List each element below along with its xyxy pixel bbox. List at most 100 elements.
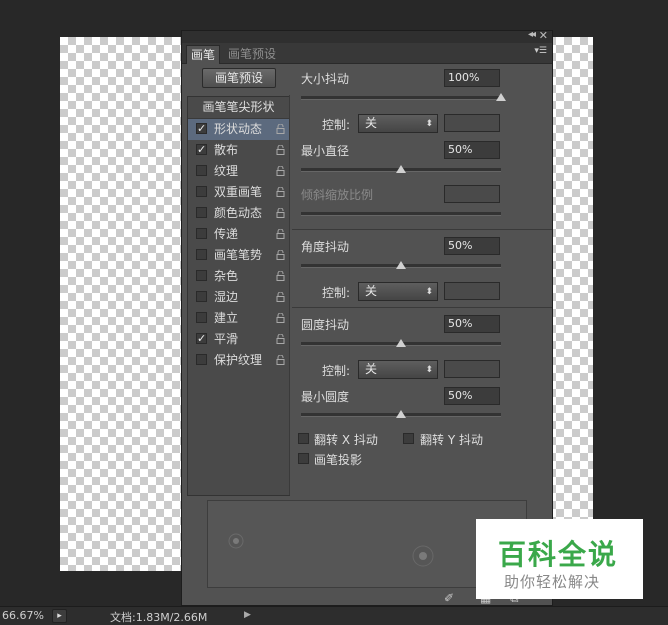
- checkbox[interactable]: [196, 228, 207, 239]
- checked-checkbox[interactable]: ✓: [196, 123, 207, 134]
- watermark-subtitle: 助你轻松解决: [504, 573, 601, 591]
- brush-setting-label: 双重画笔: [214, 185, 263, 199]
- brush-setting-label: 形状动态: [214, 122, 263, 136]
- select-value: 关: [365, 362, 378, 376]
- brush-setting-item[interactable]: 双重画笔: [188, 182, 289, 203]
- checkbox[interactable]: [196, 207, 207, 218]
- checkbox[interactable]: [196, 165, 207, 176]
- lock-icon[interactable]: [276, 334, 285, 344]
- slider-thumb[interactable]: [396, 339, 406, 347]
- brush-setting-label: 纹理: [214, 164, 239, 178]
- brush-setting-item[interactable]: 保护纹理: [188, 350, 289, 371]
- checkbox[interactable]: [196, 249, 207, 260]
- divider: [289, 95, 290, 495]
- lock-icon[interactable]: [276, 292, 285, 302]
- collapse-icon[interactable]: ◂◂: [528, 29, 536, 40]
- lock-icon[interactable]: [276, 166, 285, 176]
- roundness-jitter-label: 圆度抖动: [301, 318, 350, 332]
- watermark-title: 百科全说: [498, 538, 619, 571]
- brush-setting-item[interactable]: 画笔笔势: [188, 245, 289, 266]
- brush-projection-checkbox[interactable]: [298, 453, 309, 464]
- checkbox[interactable]: [196, 270, 207, 281]
- size-jitter-slider[interactable]: [301, 93, 506, 101]
- brush-presets-button[interactable]: 画笔预设: [202, 68, 276, 88]
- tilt-scale-slider: [301, 212, 501, 216]
- brush-setting-item[interactable]: 湿边: [188, 287, 289, 308]
- lock-icon[interactable]: [276, 229, 285, 239]
- select-value: 关: [365, 116, 378, 130]
- slider-thumb[interactable]: [396, 261, 406, 269]
- slider-thumb[interactable]: [396, 410, 406, 418]
- brush-setting-label: 平滑: [214, 332, 239, 346]
- roundness-control-select[interactable]: 关 ⬍: [358, 360, 438, 379]
- flip-x-checkbox[interactable]: [298, 433, 309, 444]
- control-label: 控制:: [322, 364, 351, 378]
- doc-info-button[interactable]: ▸: [52, 609, 67, 623]
- brush-setting-label: 传递: [214, 227, 239, 241]
- angle-control-select[interactable]: 关 ⬍: [358, 282, 438, 301]
- flip-y-checkbox[interactable]: [403, 433, 414, 444]
- brush-setting-item[interactable]: 纹理: [188, 161, 289, 182]
- brush-toggle-icon[interactable]: ✐: [444, 591, 454, 605]
- size-control-field: [444, 114, 500, 132]
- panel-menu-icon[interactable]: ▾☰: [534, 46, 547, 56]
- checked-checkbox[interactable]: ✓: [196, 333, 207, 344]
- lock-icon[interactable]: [276, 208, 285, 218]
- control-label: 控制:: [322, 286, 351, 300]
- size-control-select[interactable]: 关 ⬍: [358, 114, 438, 133]
- tilt-scale-field: [444, 185, 500, 203]
- control-label: 控制:: [322, 118, 351, 132]
- brush-setting-item[interactable]: ✓ 形状动态: [188, 119, 289, 140]
- checkbox[interactable]: [196, 354, 207, 365]
- tab-brush-presets[interactable]: 画笔预设: [224, 45, 280, 63]
- up-down-icon: ⬍: [425, 287, 433, 297]
- min-diameter-value[interactable]: 50%: [444, 141, 500, 159]
- roundness-jitter-value[interactable]: 50%: [444, 315, 500, 333]
- brush-tip-shape-item[interactable]: 画笔笔尖形状: [188, 97, 289, 119]
- brush-setting-item[interactable]: ✓ 平滑: [188, 329, 289, 350]
- checkbox[interactable]: [196, 291, 207, 302]
- up-down-icon: ⬍: [425, 365, 433, 375]
- close-icon[interactable]: ✕: [539, 29, 548, 42]
- lock-icon[interactable]: [276, 313, 285, 323]
- status-bar: 66.67% ▸ 文档:1.83M/2.66M ▶: [0, 606, 668, 625]
- lock-icon[interactable]: [276, 355, 285, 365]
- brush-setting-item[interactable]: 杂色: [188, 266, 289, 287]
- brush-setting-label: 杂色: [214, 269, 239, 283]
- lock-icon[interactable]: [276, 124, 285, 134]
- brush-setting-label: 画笔笔势: [214, 248, 263, 262]
- slider-thumb[interactable]: [396, 165, 406, 173]
- angle-jitter-value[interactable]: 50%: [444, 237, 500, 255]
- angle-jitter-slider[interactable]: [301, 261, 501, 269]
- tab-brush[interactable]: 画笔: [186, 45, 221, 64]
- lock-icon[interactable]: [276, 250, 285, 260]
- lock-icon[interactable]: [276, 145, 285, 155]
- min-roundness-value[interactable]: 50%: [444, 387, 500, 405]
- lock-icon[interactable]: [276, 187, 285, 197]
- brush-setting-label: 散布: [214, 143, 239, 157]
- min-diameter-slider[interactable]: [301, 165, 501, 173]
- brush-setting-item[interactable]: 建立: [188, 308, 289, 329]
- zoom-level[interactable]: 66.67%: [2, 609, 44, 622]
- flip-y-label: 翻转 Y 抖动: [420, 433, 483, 447]
- roundness-control-field: [444, 360, 500, 378]
- checkbox[interactable]: [196, 186, 207, 197]
- min-roundness-label: 最小圆度: [301, 390, 350, 404]
- doc-info: 文档:1.83M/2.66M: [110, 611, 208, 624]
- brush-projection-label: 画笔投影: [314, 453, 363, 467]
- brush-setting-item[interactable]: ✓ 散布: [188, 140, 289, 161]
- panel-title-bar[interactable]: ◂◂ ✕: [182, 29, 552, 43]
- checkbox[interactable]: [196, 312, 207, 323]
- brush-settings-list: 画笔笔尖形状 ✓ 形状动态 ✓ 散布纹理双重画笔颜色动态传递画笔笔势杂色湿边建立 ✓ 平滑…: [187, 96, 290, 496]
- size-jitter-value[interactable]: 100%: [444, 69, 500, 87]
- brush-setting-item[interactable]: 传递: [188, 224, 289, 245]
- divider: [292, 307, 552, 308]
- slider-thumb[interactable]: [496, 93, 506, 101]
- min-roundness-slider[interactable]: [301, 410, 501, 418]
- expand-arrow-icon[interactable]: ▶: [244, 610, 251, 620]
- lock-icon[interactable]: [276, 271, 285, 281]
- brush-setting-label: 湿边: [214, 290, 239, 304]
- brush-setting-item[interactable]: 颜色动态: [188, 203, 289, 224]
- checked-checkbox[interactable]: ✓: [196, 144, 207, 155]
- roundness-jitter-slider[interactable]: [301, 339, 501, 347]
